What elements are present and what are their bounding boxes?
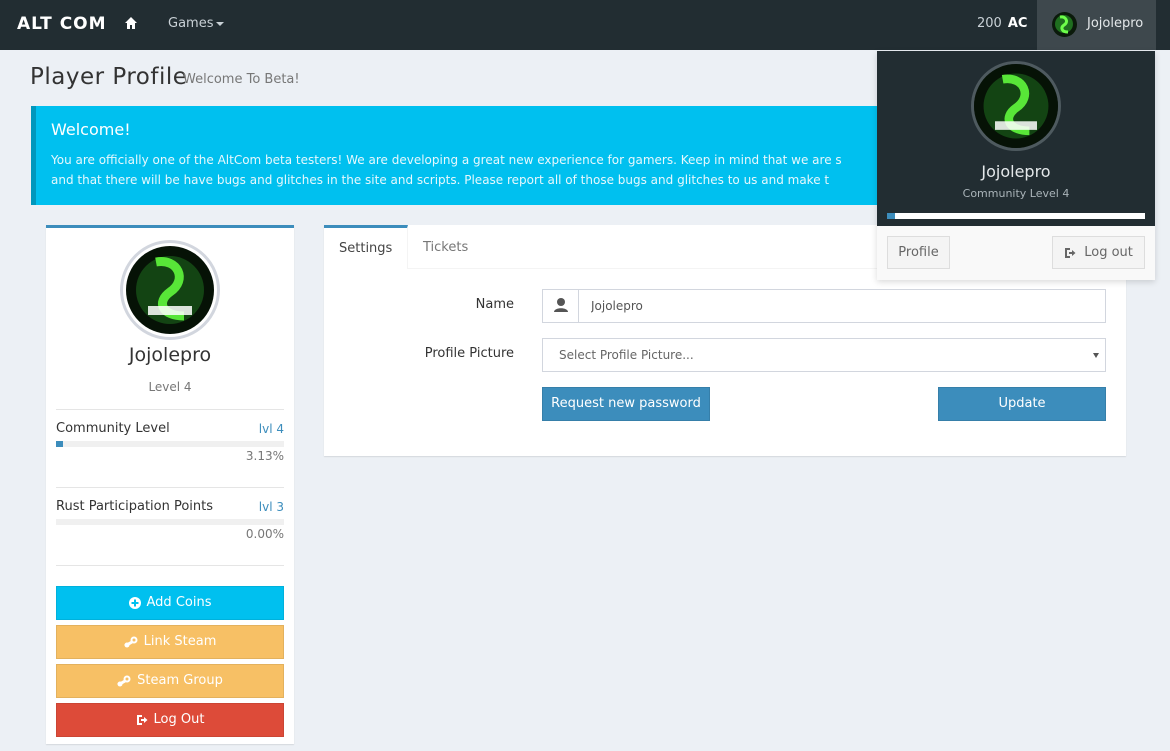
plus-circle-icon	[128, 587, 141, 619]
dropdown-username: Jojolepro	[981, 162, 1051, 181]
avatar	[971, 61, 1061, 151]
divider	[56, 487, 284, 488]
steam-icon	[123, 626, 138, 658]
callout-line-2: and that there will be have bugs and gli…	[51, 173, 830, 187]
steam-group-button[interactable]: Steam Group	[56, 664, 284, 698]
dropdown-logout-label: Log out	[1084, 245, 1133, 260]
home-icon[interactable]	[124, 15, 140, 31]
coin-balance: 200 AC	[977, 16, 1027, 31]
log-out-label: Log Out	[153, 712, 205, 727]
dropdown-progress	[887, 213, 1145, 219]
request-password-button[interactable]: Request new password	[542, 387, 710, 421]
rust-points-progress	[56, 519, 284, 525]
add-coins-button[interactable]: Add Coins	[56, 586, 284, 620]
page-title: Player Profile	[30, 64, 188, 90]
games-menu[interactable]: Games	[168, 16, 225, 31]
profile-picture-label: Profile Picture	[424, 346, 514, 361]
coin-amount: 200	[977, 16, 1002, 31]
community-level-progress-fill	[56, 441, 64, 447]
dropdown-logout-button[interactable]: Log out	[1052, 236, 1145, 269]
divider	[56, 565, 284, 566]
sign-out-icon	[1064, 245, 1076, 260]
games-menu-label: Games	[168, 16, 214, 31]
add-coins-label: Add Coins	[146, 595, 212, 610]
coin-unit: AC	[1007, 16, 1028, 31]
link-steam-label: Link Steam	[143, 634, 217, 649]
profile-avatar	[120, 240, 220, 340]
avatar	[1052, 12, 1077, 37]
profile-level: Level 4	[148, 380, 192, 394]
profile-picture-placeholder: Select Profile Picture...	[559, 348, 694, 362]
top-navbar: ALT COM Games 200 AC Jojolepro	[0, 0, 1170, 50]
name-input-group	[542, 289, 1106, 323]
community-level-value: lvl 4	[258, 422, 284, 436]
dropdown-level: Community Level 4	[962, 187, 1070, 200]
divider	[56, 409, 284, 410]
rust-points-percent: 0.00%	[245, 527, 284, 541]
callout-title: Welcome!	[51, 120, 131, 139]
user-dropdown-footer: Profile Log out	[877, 226, 1155, 280]
chevron-down-icon	[1093, 353, 1099, 358]
user-menu-toggle[interactable]: Jojolepro	[1037, 0, 1156, 50]
navbar-username: Jojolepro	[1087, 16, 1144, 31]
user-dropdown-header: Jojolepro Community Level 4	[877, 51, 1155, 226]
profile-picture-select[interactable]: Select Profile Picture...	[542, 338, 1106, 372]
steam-icon	[117, 665, 131, 697]
profile-button[interactable]: Profile	[887, 236, 950, 269]
dropdown-progress-fill	[887, 213, 896, 219]
community-level-label: Community Level	[56, 421, 170, 436]
log-out-button[interactable]: Log Out	[56, 703, 284, 737]
name-label: Name	[475, 297, 514, 312]
page-subtitle: Welcome To Beta!	[183, 72, 300, 87]
user-dropdown-menu: Jojolepro Community Level 4 Profile Log …	[877, 51, 1155, 280]
tab-tickets[interactable]: Tickets	[408, 225, 483, 269]
update-button[interactable]: Update	[938, 387, 1106, 421]
rust-points-label: Rust Participation Points	[56, 499, 214, 514]
profile-name: Jojolepro	[128, 344, 212, 366]
brand-logo[interactable]: ALT COM	[17, 14, 107, 34]
rust-points-value: lvl 3	[258, 500, 284, 514]
user-icon	[543, 290, 579, 322]
link-steam-button[interactable]: Link Steam	[56, 625, 284, 659]
steam-group-label: Steam Group	[137, 673, 223, 688]
community-level-percent: 3.13%	[245, 449, 284, 463]
profile-card: Jojolepro Level 4 Community Level lvl 4 …	[46, 225, 294, 744]
tab-settings[interactable]: Settings	[324, 225, 409, 269]
name-field[interactable]	[579, 290, 1105, 322]
callout-line-1: You are officially one of the AltCom bet…	[51, 153, 842, 167]
caret-down-icon	[216, 21, 225, 26]
community-level-progress	[56, 441, 284, 447]
sign-out-icon	[136, 704, 148, 736]
